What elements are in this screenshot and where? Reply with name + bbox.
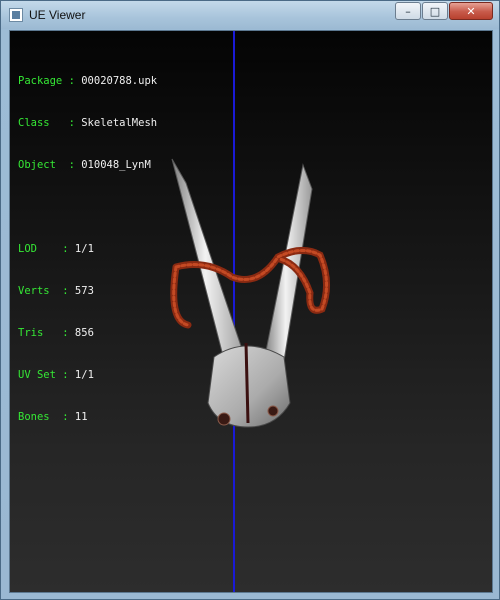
info-separator: : [62,285,75,297]
info-label: UV Set [18,369,63,381]
maximize-icon: □ [429,4,441,18]
info-label: Verts [18,285,63,297]
info-value: 11 [74,411,88,423]
info-label: Package [18,75,63,87]
mask-mesh [170,158,330,428]
maximize-button[interactable]: □ [422,2,448,20]
info-label: Class [18,117,63,129]
info-separator: : [62,411,75,423]
info-separator: : [62,243,75,255]
info-row-class: Class : SkeletalMesh [18,116,157,130]
3d-viewport[interactable]: Package : 00020788.upk Class : SkeletalM… [9,30,493,593]
info-label: Tris [18,327,63,339]
info-row-tris: Tris : 856 [18,326,157,340]
info-separator: : [62,159,82,171]
info-value: 1/1 [74,243,94,255]
info-row-object: Object : 010048_LynM [18,158,157,172]
close-button[interactable]: ✕ [449,2,493,20]
ue-viewer-app-icon[interactable] [9,8,23,22]
window-title: UE Viewer [29,8,86,22]
info-value: 010048_LynM [81,159,151,171]
info-value: 00020788.upk [81,75,158,87]
info-value: 573 [74,285,94,297]
info-row-verts: Verts : 573 [18,284,157,298]
ue-viewer-window: UE Viewer – □ ✕ Package: 00020788.upk C… [0,0,500,600]
info-separator: : [62,327,75,339]
info-label: Object [18,159,63,171]
info-row-uv-set: UV Set : 1/1 [18,368,157,382]
info-label: Bones [18,411,63,423]
mesh-info-overlay: Package : 00020788.upk Class : SkeletalM… [18,46,157,452]
close-icon: ✕ [466,4,476,18]
minimize-button[interactable]: – [395,2,421,20]
info-separator: : [62,117,82,129]
info-value: SkeletalMesh [81,117,158,129]
info-separator: : [62,369,75,381]
info-label: LOD [18,243,63,255]
title-bar[interactable]: UE Viewer – □ ✕ [1,1,499,29]
info-row-bones: Bones : 11 [18,410,157,424]
info-row-lod: LOD : 1/1 [18,242,157,256]
info-value: 856 [74,327,94,339]
info-value: 1/1 [74,369,94,381]
info-row-package: Package : 00020788.upk [18,74,157,88]
minimize-icon: – [405,4,411,18]
info-separator: : [62,75,82,87]
